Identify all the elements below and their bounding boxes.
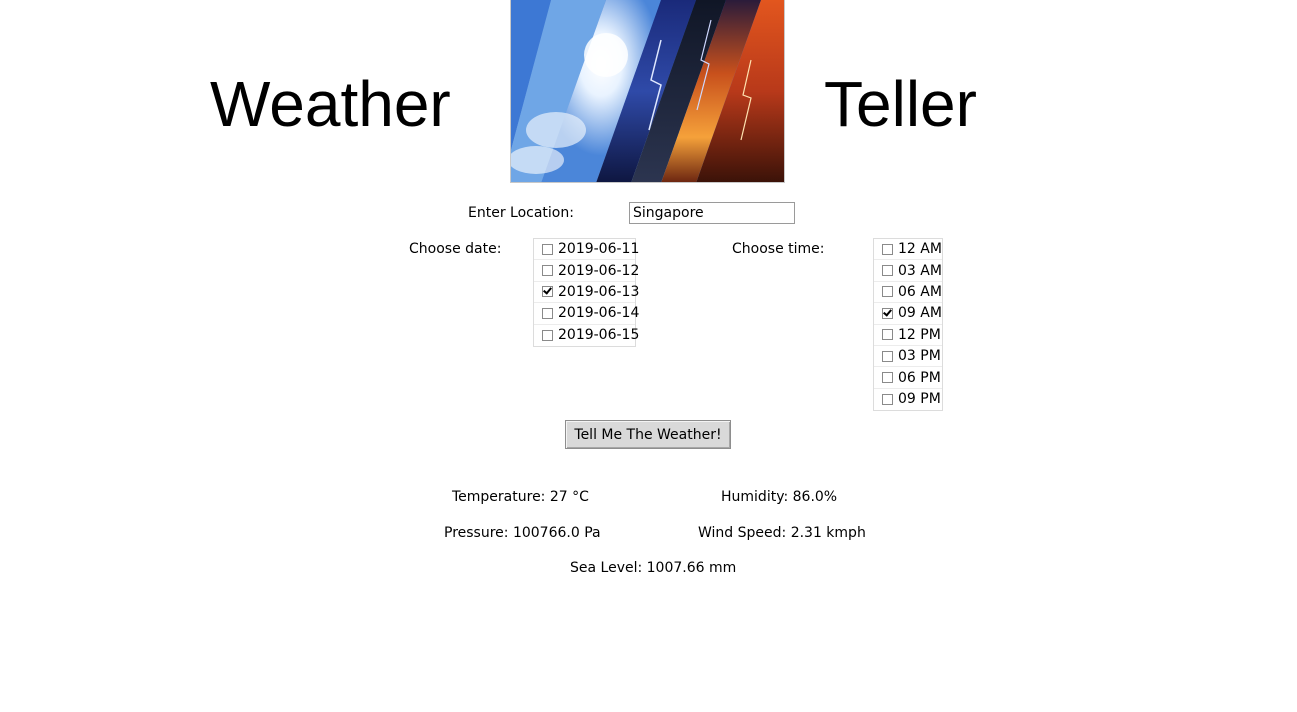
date-option-label: 2019-06-13 [558,283,640,300]
date-option[interactable]: 2019-06-11 [534,239,639,261]
checkbox-checked-icon[interactable] [542,286,553,298]
date-option-label: 2019-06-15 [558,327,640,344]
checkbox-unchecked-icon[interactable] [882,265,893,277]
weather-collage-graphic [511,0,784,182]
tell-me-weather-button[interactable]: Tell Me The Weather! [565,420,731,449]
humidity-result: Humidity: 86.0% [721,489,838,505]
checkbox-unchecked-icon[interactable] [882,393,893,405]
date-option[interactable]: 2019-06-12 [534,260,639,282]
checkbox-unchecked-icon[interactable] [542,307,553,319]
date-option-label: 2019-06-14 [558,305,640,322]
time-option-label: 03 PM [898,348,941,365]
time-option[interactable]: 03 AM [874,260,942,282]
sea-level-result: Sea Level: 1007.66 mm [570,560,737,576]
time-option-label: 12 AM [898,241,942,258]
weather-collage-image [510,0,785,183]
time-option-label: 09 AM [898,305,942,322]
time-checkbox-list: 12 AM 03 AM 06 AM 09 AM 12 PM 03 PM 06 PM 09 PM [873,238,943,412]
checkbox-unchecked-icon[interactable] [542,265,553,277]
date-checkbox-list: 2019-06-11 2019-06-12 2019-06-13 2019-06-14… [533,238,639,347]
date-label: Choose date: [409,241,502,257]
temperature-result: Temperature: 27 °C [452,489,589,505]
time-option[interactable]: 12 PM [874,325,942,346]
time-option[interactable]: 03 PM [874,346,942,368]
time-option-label: 06 AM [898,283,942,300]
checkbox-checked-icon[interactable] [882,307,893,319]
date-option[interactable]: 2019-06-15 [534,325,639,346]
location-input[interactable] [629,202,795,224]
checkbox-unchecked-icon[interactable] [882,329,893,341]
time-option[interactable]: 12 AM [874,239,942,261]
time-option-label: 12 PM [898,326,941,343]
title-weather: Weather [210,68,451,140]
location-label: Enter Location: [468,205,574,221]
time-option-label: 03 AM [898,262,942,279]
date-option-label: 2019-06-12 [558,262,640,279]
wind-speed-result: Wind Speed: 2.31 kmph [698,525,866,541]
title-teller: Teller [824,68,977,140]
checkbox-unchecked-icon[interactable] [542,243,553,255]
date-option-label: 2019-06-11 [558,241,640,258]
time-label: Choose time: [732,241,825,257]
checkbox-unchecked-icon[interactable] [542,329,553,341]
checkbox-unchecked-icon[interactable] [882,350,893,362]
time-option[interactable]: 06 PM [874,367,942,389]
date-option[interactable]: 2019-06-13 [534,282,639,304]
checkbox-unchecked-icon[interactable] [882,372,893,384]
checkbox-unchecked-icon[interactable] [882,286,893,298]
time-option[interactable]: 09 PM [874,389,942,410]
checkbox-unchecked-icon[interactable] [882,243,893,255]
time-option-label: 06 PM [898,369,941,386]
time-option-label: 09 PM [898,391,941,408]
date-option[interactable]: 2019-06-14 [534,303,639,325]
time-option[interactable]: 09 AM [874,303,942,325]
pressure-result: Pressure: 100766.0 Pa [444,525,601,541]
time-option[interactable]: 06 AM [874,282,942,304]
